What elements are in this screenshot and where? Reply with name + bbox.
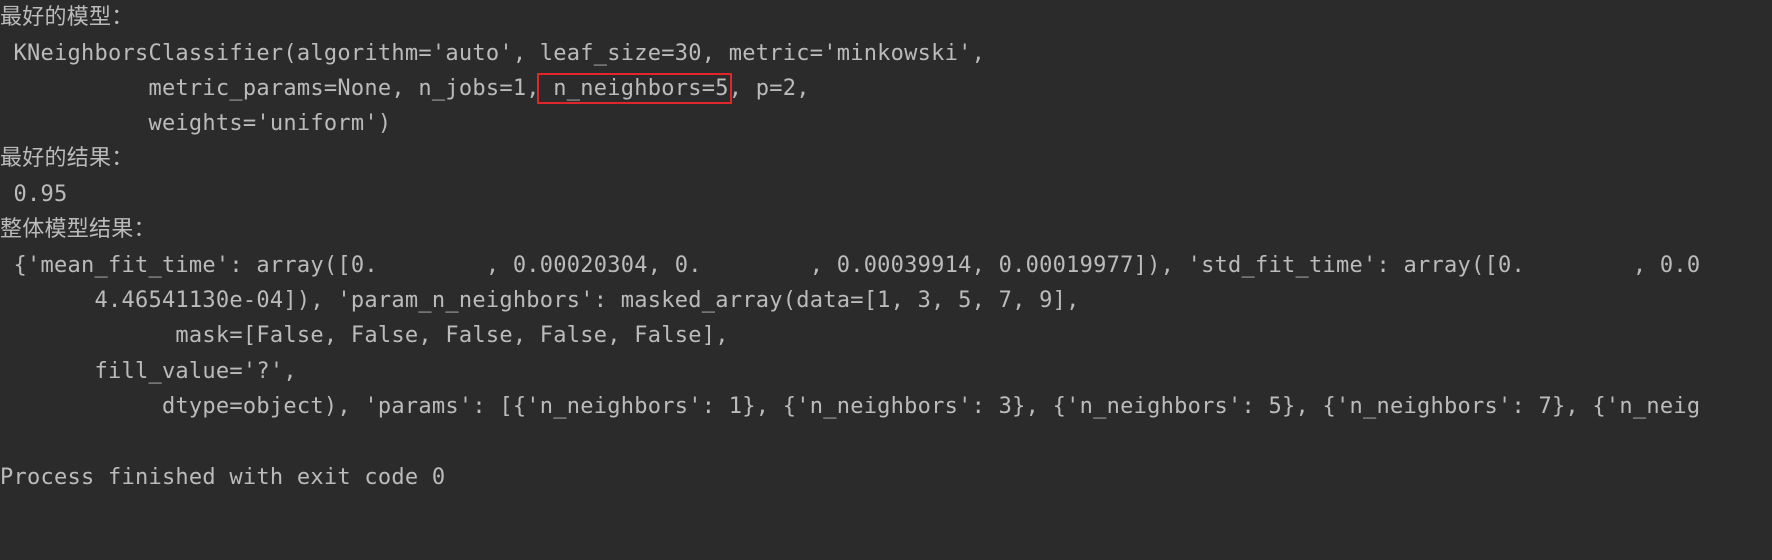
console-line: {'mean_fit_time': array([0. , 0.00020304…: [0, 253, 1701, 278]
console-output[interactable]: 最好的模型： KNeighborsClassifier(algorithm='a…: [0, 0, 1772, 560]
console-line: weights='uniform'): [0, 111, 392, 136]
console-line: dtype=object), 'params': [{'n_neighbors'…: [0, 394, 1701, 419]
console-line: 4.46541130e-04]), 'param_n_neighbors': m…: [0, 288, 1080, 313]
cv-results-heading: 整体模型结果：: [0, 217, 156, 242]
best-score-heading: 最好的结果：: [0, 146, 134, 171]
console-line: fill_value='?',: [0, 359, 297, 384]
console-line-text: , p=2,: [728, 76, 810, 101]
best-score-value: 0.95: [0, 182, 68, 207]
best-model-heading: 最好的模型：: [0, 5, 134, 30]
n-neighbors-highlight-box: n_neighbors=5: [536, 73, 732, 104]
process-exit-message: Process finished with exit code 0: [0, 465, 446, 490]
console-line-text: metric_params=None, n_jobs=1,: [0, 76, 540, 101]
console-line-with-highlight: metric_params=None, n_jobs=1, n_neighbor…: [0, 71, 810, 107]
console-line: KNeighborsClassifier(algorithm='auto', l…: [0, 41, 986, 66]
console-line: mask=[False, False, False, False, False]…: [0, 323, 729, 348]
